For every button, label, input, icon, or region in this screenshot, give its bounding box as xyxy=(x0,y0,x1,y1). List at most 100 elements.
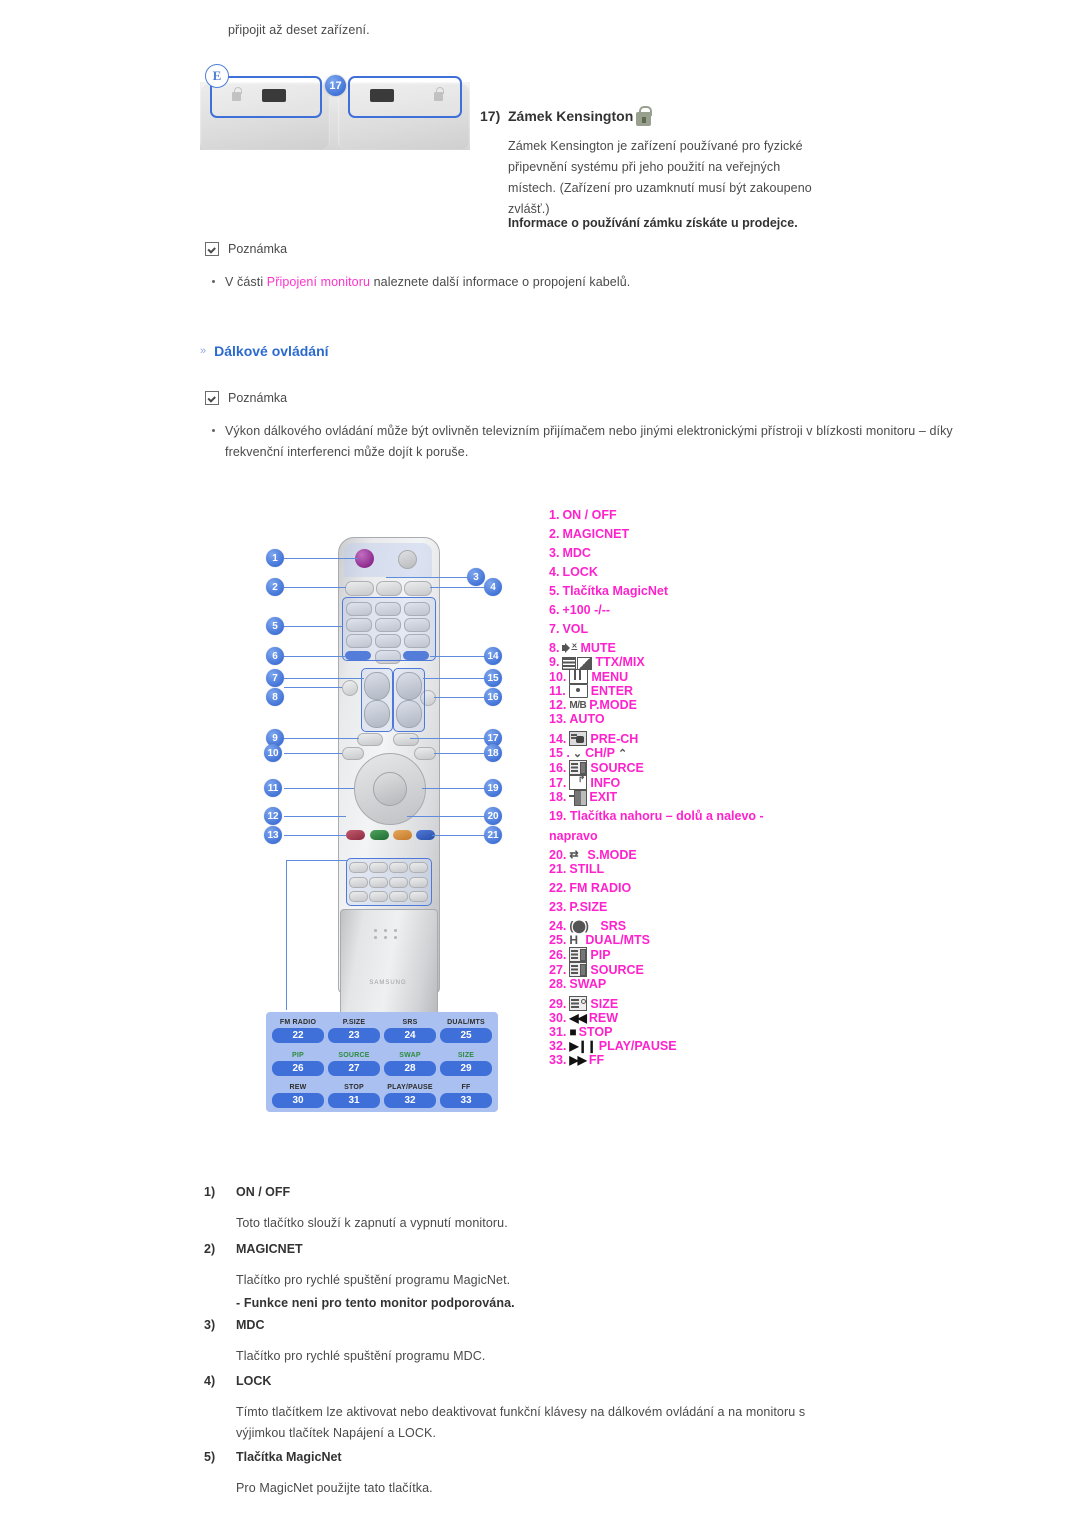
description-bold-note: - Funkce neni pro tento monitor podporov… xyxy=(236,1296,515,1310)
bullet-dot xyxy=(212,429,215,432)
item-label: SWAP xyxy=(569,977,607,991)
leader-15 xyxy=(423,678,488,680)
description-index: 3) xyxy=(204,1318,216,1332)
description-2: 2) MAGICNET Tlačítko pro rychlé spuštění … xyxy=(204,1242,515,1314)
list-item-26: 26. PIP xyxy=(549,947,809,962)
legend-cell-name: SWAP xyxy=(399,1052,421,1059)
item-label: STILL xyxy=(569,862,605,876)
secondary-power-button xyxy=(398,550,417,569)
ttx-mix-button xyxy=(357,733,383,746)
legend-cell-name: FF xyxy=(461,1084,471,1091)
leader-5 xyxy=(284,626,342,628)
bullet-prefix: V části xyxy=(225,275,267,289)
item-label: SOURCE xyxy=(590,962,644,977)
callout-10: 10 xyxy=(264,744,282,762)
list-item-7: 7. VOL xyxy=(549,622,809,636)
color-button-yellow xyxy=(393,830,412,840)
legend-cell-number: 29 xyxy=(440,1061,492,1076)
list-item-12: 12. M/B P.MODE xyxy=(549,698,809,712)
description-heading: 3) MDC xyxy=(204,1318,485,1332)
legend-cell-29: SIZE 29 xyxy=(440,1051,492,1076)
chevron-right-icon: » xyxy=(200,345,207,357)
item-label: +100 -/-- xyxy=(562,603,611,617)
legend-cell-number: 25 xyxy=(440,1028,492,1043)
legend-cell-33: FF 33 xyxy=(440,1083,492,1108)
media-key-31 xyxy=(369,891,388,902)
description-body: Tlačítko pro rychlé spuštění programu Ma… xyxy=(236,1273,511,1287)
brand-label: SAMSUNG xyxy=(369,980,407,986)
ch-group-outline xyxy=(393,668,425,732)
connection-monitor-link[interactable]: Připojení monitoru xyxy=(267,275,370,289)
list-item-31: 31. ■ STOP xyxy=(549,1025,809,1039)
description-index: 5) xyxy=(204,1450,216,1464)
callout-5: 5 xyxy=(266,617,284,635)
legend-cell-27: SOURCE 27 xyxy=(328,1051,380,1076)
list-item-4: 4. LOCK xyxy=(549,565,809,579)
pip-icon xyxy=(569,947,588,962)
callout-1: 1 xyxy=(266,549,284,567)
bullet-dot xyxy=(212,280,215,283)
leader-2 xyxy=(284,587,346,589)
media-key-28 xyxy=(389,877,408,888)
item-num: 31. xyxy=(549,1025,567,1039)
leader-4 xyxy=(430,587,488,589)
item-num: 20. xyxy=(549,848,567,862)
legend-cell-number: 23 xyxy=(328,1028,380,1043)
description-heading: 4) LOCK xyxy=(204,1374,836,1388)
note-block-1: Poznámka xyxy=(205,242,287,256)
item-num: 1. xyxy=(549,508,560,522)
leader-1 xyxy=(284,558,358,560)
info-button xyxy=(393,733,419,746)
source-icon xyxy=(569,760,588,775)
description-body: Tlačítko pro rychlé spuštění programu MD… xyxy=(236,1349,486,1363)
list-item-32: 32. ▶❙❙ PLAY/PAUSE xyxy=(549,1039,809,1053)
item-num: 27. xyxy=(549,962,567,977)
leader-9 xyxy=(284,738,359,740)
item-num: 5. xyxy=(549,584,560,598)
legend-cell-31: STOP 31 xyxy=(328,1083,380,1108)
callout-4: 4 xyxy=(484,578,502,596)
sound-mode-icon: ⇄ xyxy=(569,849,579,861)
media-key-30 xyxy=(349,891,368,902)
legend-cell-name: REW xyxy=(289,1084,307,1091)
item-num: 23. xyxy=(549,900,567,914)
note-bullet-2: Výkon dálkového ovládání může být ovlivn… xyxy=(212,421,1015,463)
description-heading: 1) ON / OFF xyxy=(204,1185,508,1199)
leader-12 xyxy=(284,816,346,818)
list-item-11: 11. ENTER xyxy=(549,684,809,698)
mdc-button xyxy=(376,581,402,596)
leader-18 xyxy=(434,753,488,755)
callout-6: 6 xyxy=(266,647,284,665)
item-label: PIP xyxy=(590,947,611,962)
dual-mts-icon: H xyxy=(569,932,579,947)
description-body: Tímto tlačítkem lze aktivovat nebo deakt… xyxy=(236,1405,806,1440)
item-num: 28. xyxy=(549,977,567,991)
item-num: 9. xyxy=(549,655,560,669)
lock-pad-icon-right xyxy=(432,87,445,103)
leader-3 xyxy=(386,577,476,579)
legend-cell-24: SRS 24 xyxy=(384,1018,436,1043)
exit-button xyxy=(414,747,436,760)
magicnet-button xyxy=(345,581,374,596)
leader-14 xyxy=(430,656,488,658)
leader-10 xyxy=(284,753,342,755)
callout-8: 8 xyxy=(266,688,284,706)
note-block-2: Poznámka xyxy=(205,391,287,405)
description-title: MAGICNET xyxy=(236,1242,303,1256)
description-5: 5) Tlačítka MagicNet Pro MagicNet použijt… xyxy=(204,1450,433,1499)
description-index: 2) xyxy=(204,1242,216,1256)
info-icon xyxy=(569,775,588,790)
list-item-21: 21. STILL xyxy=(549,862,809,876)
kensington-heading-text: Zámek Kensington xyxy=(508,108,634,124)
leader-16 xyxy=(434,697,488,699)
legend-cell-number: 30 xyxy=(272,1093,324,1108)
list-item-1: 1. ON / OFF xyxy=(549,508,809,522)
play-pause-icon: ▶❙❙ xyxy=(569,1038,596,1053)
item-label: EXIT xyxy=(589,790,618,804)
callout-20: 20 xyxy=(484,807,502,825)
media-key-26 xyxy=(349,877,368,888)
media-key-32 xyxy=(389,891,408,902)
list-item-6: 6. +100 -/-- xyxy=(549,603,809,617)
callout-16: 16 xyxy=(484,688,502,706)
list-item-8: 8. ✕ MUTE xyxy=(549,641,809,655)
